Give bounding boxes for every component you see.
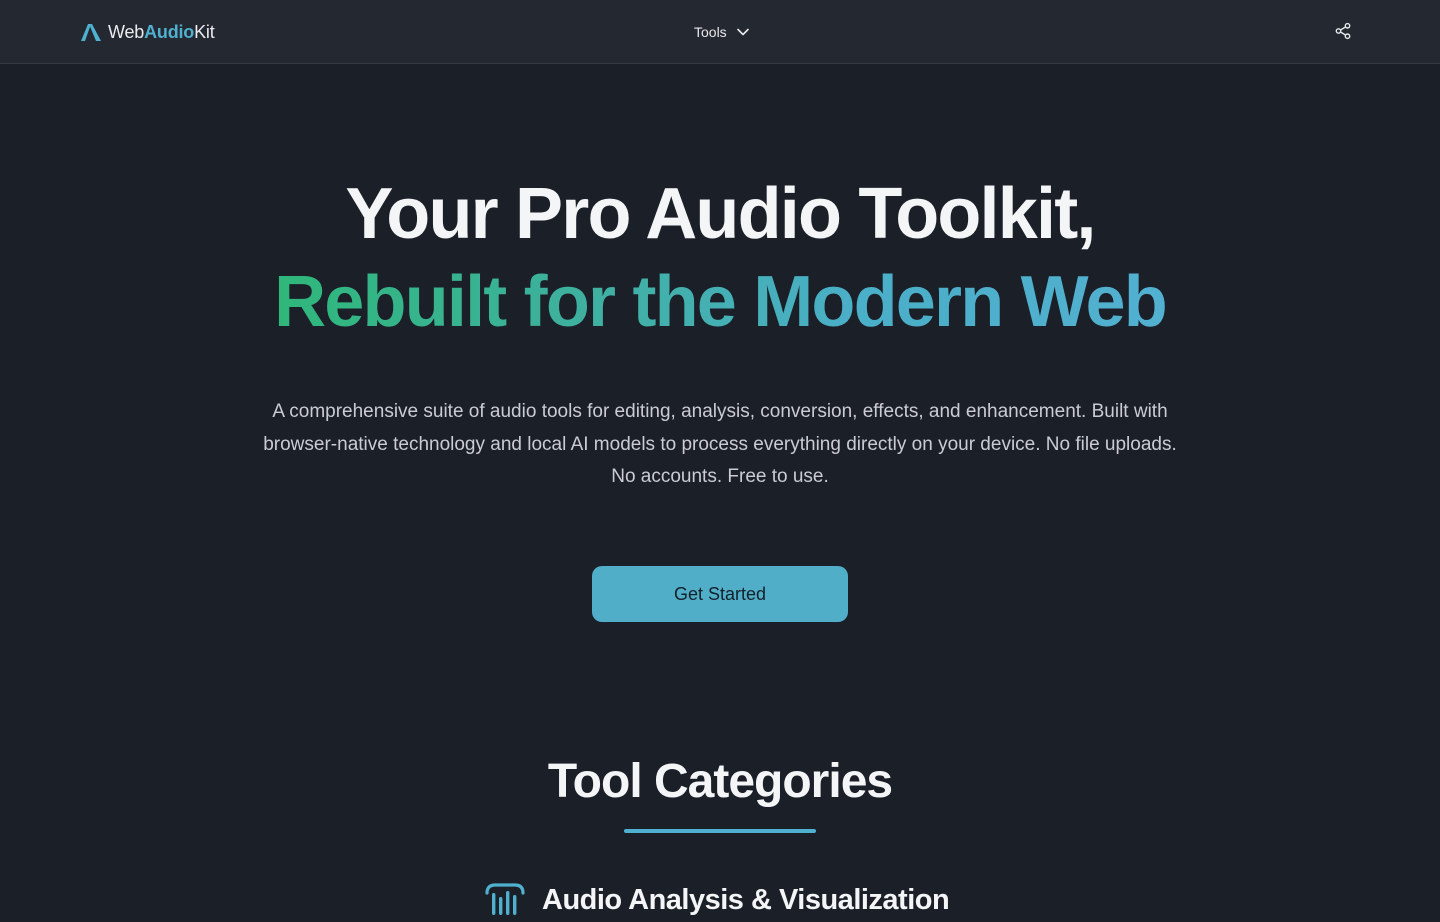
- hero-title-gradient-text: Rebuilt for the Modern Web: [274, 262, 1168, 342]
- get-started-button[interactable]: Get Started: [592, 566, 848, 622]
- top-navbar: WebAudioKit Tools: [0, 0, 1440, 64]
- waveform-a-logo-icon: [81, 24, 101, 41]
- share-button[interactable]: [1333, 21, 1353, 41]
- tools-dropdown-label: Tools: [694, 24, 727, 40]
- tool-categories-heading: Tool Categories: [547, 755, 893, 808]
- category-title: Audio Analysis & Visualization: [542, 883, 950, 916]
- chevron-down-icon: [736, 28, 749, 36]
- equalizer-bars-icon: [485, 883, 525, 915]
- hero-title-line-2: Rebuilt for the Modern Web: [0, 260, 1440, 344]
- brand-logo-link[interactable]: WebAudioKit: [80, 20, 215, 44]
- brand-name: WebAudioKit: [108, 22, 215, 43]
- brand-name-suffix: Kit: [194, 21, 215, 42]
- share-icon: [1335, 22, 1351, 40]
- category-audio-analysis[interactable]: Audio Analysis & Visualization: [484, 878, 950, 922]
- brand-name-accent: Audio: [144, 21, 195, 42]
- hero-description: A comprehensive suite of audio tools for…: [263, 401, 1177, 487]
- hero-title-line-1: Your Pro Audio Toolkit,: [345, 174, 1096, 254]
- section-underline-divider: [624, 829, 816, 833]
- tools-dropdown[interactable]: Tools: [694, 20, 751, 44]
- brand-name-prefix: Web: [108, 21, 145, 42]
